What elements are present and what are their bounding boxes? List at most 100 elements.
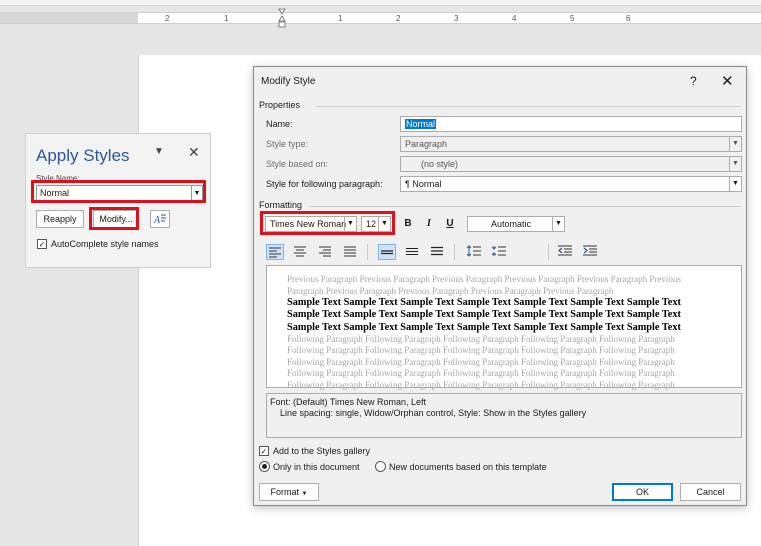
double-spacing-icon	[431, 246, 443, 256]
ok-button[interactable]: OK	[612, 483, 673, 501]
modify-style-dialog: Modify Style ? ✕ Properties Name: Normal…	[253, 66, 747, 506]
preview-following-line: Following Paragraph Following Paragraph …	[287, 379, 675, 390]
description-line: Font: (Default) Times New Roman, Left	[270, 397, 427, 407]
style-type-value: Paragraph	[405, 139, 448, 149]
preview-sample-line: Sample Text Sample Text Sample Text Samp…	[287, 309, 681, 321]
align-center-button[interactable]	[291, 244, 309, 260]
horizontal-ruler[interactable]: 2 1 1 2 3 4 5 6	[0, 6, 761, 28]
name-value: Normal	[405, 119, 437, 129]
new-documents-label: New documents based on this template	[389, 462, 547, 472]
bold-button[interactable]: B	[399, 216, 417, 232]
font-color-value: Automatic	[490, 219, 532, 229]
one-half-spacing-button[interactable]	[403, 244, 421, 260]
ruler-number: 5	[570, 14, 575, 23]
font-select[interactable]: Times New Roman ▼	[265, 216, 357, 232]
formatting-heading: Formatting	[259, 200, 303, 210]
chevron-down-icon[interactable]: ▼	[378, 217, 390, 231]
style-preview: Previous Paragraph Previous Paragraph Pr…	[266, 265, 742, 390]
modify-button[interactable]: Modify...	[93, 210, 139, 228]
preview-previous-line: Paragraph Previous Paragraph Previous Pa…	[287, 285, 614, 296]
style-name-input[interactable]: Normal ▼	[36, 185, 203, 202]
decrease-indent-button[interactable]	[556, 244, 574, 260]
dialog-title: Modify Style	[261, 76, 316, 87]
help-icon[interactable]: ?	[690, 74, 697, 88]
apply-styles-pane: Apply Styles ▼ ✕ Style Name: Normal ▼ Re…	[25, 133, 211, 268]
pane-title: Apply Styles	[36, 146, 130, 165]
new-documents-radio[interactable]	[375, 461, 386, 472]
chevron-down-icon[interactable]: ▼	[191, 186, 202, 201]
add-gallery-checkbox[interactable]: ✓	[259, 446, 269, 456]
preview-sample-line: Sample Text Sample Text Sample Text Samp…	[287, 321, 681, 333]
font-size-select[interactable]: 12 ▼	[361, 216, 391, 232]
preview-following-line: Following Paragraph Following Paragraph …	[287, 356, 675, 367]
single-spacing-icon	[381, 250, 393, 255]
description-line: Line spacing: single, Widow/Orphan contr…	[280, 408, 587, 418]
chevron-down-icon[interactable]: ▼	[552, 217, 564, 231]
chevron-down-icon[interactable]: ▼	[729, 177, 741, 191]
font-color-select[interactable]: Automatic ▼	[467, 216, 565, 232]
ruler-number: 4	[512, 14, 517, 23]
divider	[367, 244, 368, 260]
preview-following-line: Following Paragraph Following Paragraph …	[287, 345, 675, 356]
italic-button[interactable]: I	[420, 216, 438, 232]
ruler-margin	[0, 12, 138, 24]
divider	[548, 244, 549, 260]
pane-options-icon[interactable]: ▼	[154, 146, 164, 157]
justify-button[interactable]	[341, 244, 359, 260]
style-based-select[interactable]: (no style) ▼	[400, 156, 742, 172]
underline-button[interactable]: U	[441, 216, 459, 232]
format-label: Format	[270, 487, 300, 497]
font-value: Times New Roman	[270, 219, 347, 229]
close-icon[interactable]: ✕	[188, 144, 200, 161]
decrease-spacing-button[interactable]	[490, 244, 508, 260]
style-type-select[interactable]: Paragraph ▼	[400, 136, 742, 152]
increase-spacing-button[interactable]	[465, 244, 483, 260]
increase-indent-icon	[583, 245, 597, 256]
name-label: Name:	[266, 119, 293, 129]
align-center-icon	[294, 246, 306, 257]
single-spacing-button[interactable]	[378, 244, 396, 260]
chevron-down-icon[interactable]: ▼	[729, 137, 741, 151]
indent-marker-icon[interactable]	[278, 8, 286, 28]
cancel-button[interactable]: Cancel	[680, 483, 741, 501]
styles-button[interactable]: A	[150, 210, 170, 228]
following-select[interactable]: ¶ Normal ▼	[400, 176, 742, 192]
name-input[interactable]: Normal	[400, 116, 742, 132]
preview-sample-line: Sample Text Sample Text Sample Text Samp…	[287, 297, 681, 308]
only-document-label: Only in this document	[273, 462, 360, 472]
ruler-number: 3	[454, 14, 459, 23]
styles-pane-icon: A	[153, 214, 166, 226]
preview-following-line: Following Paragraph Following Paragraph …	[287, 368, 675, 379]
only-document-radio[interactable]	[259, 461, 270, 472]
autocomplete-label: AutoComplete style names	[51, 239, 159, 249]
style-type-label: Style type:	[266, 139, 309, 149]
style-name-label: Style Name:	[36, 174, 80, 183]
following-value: ¶ Normal	[405, 179, 442, 189]
ruler-number: 2	[165, 14, 170, 23]
ruler-track	[138, 12, 761, 24]
align-right-button[interactable]	[316, 244, 334, 260]
properties-heading: Properties	[259, 100, 301, 110]
format-button[interactable]: Format ▼	[259, 483, 319, 501]
ruler-number: 6	[626, 14, 631, 23]
double-spacing-button[interactable]	[428, 244, 446, 260]
increase-indent-button[interactable]	[581, 244, 599, 260]
style-based-value: (no style)	[421, 159, 459, 169]
chevron-down-icon[interactable]: ▼	[729, 157, 741, 171]
preview-previous-line: Previous Paragraph Previous Paragraph Pr…	[287, 274, 681, 284]
divider	[316, 106, 741, 107]
close-icon[interactable]: ✕	[721, 72, 734, 90]
divider	[454, 244, 455, 260]
style-based-label: Style based on:	[266, 159, 329, 169]
reapply-button[interactable]: Reapply	[36, 210, 84, 228]
autocomplete-checkbox[interactable]: ✓	[37, 239, 47, 249]
following-label: Style for following paragraph:	[266, 179, 383, 189]
decrease-spacing-icon	[491, 246, 506, 256]
font-size-value: 12	[366, 219, 377, 229]
chevron-down-icon: ▼	[301, 491, 308, 497]
chevron-down-icon[interactable]: ▼	[344, 217, 356, 231]
align-left-button[interactable]	[266, 244, 284, 260]
style-description: Font: (Default) Times New Roman, Left Li…	[266, 393, 742, 438]
svg-text:A: A	[153, 215, 161, 226]
align-left-icon	[269, 247, 281, 258]
